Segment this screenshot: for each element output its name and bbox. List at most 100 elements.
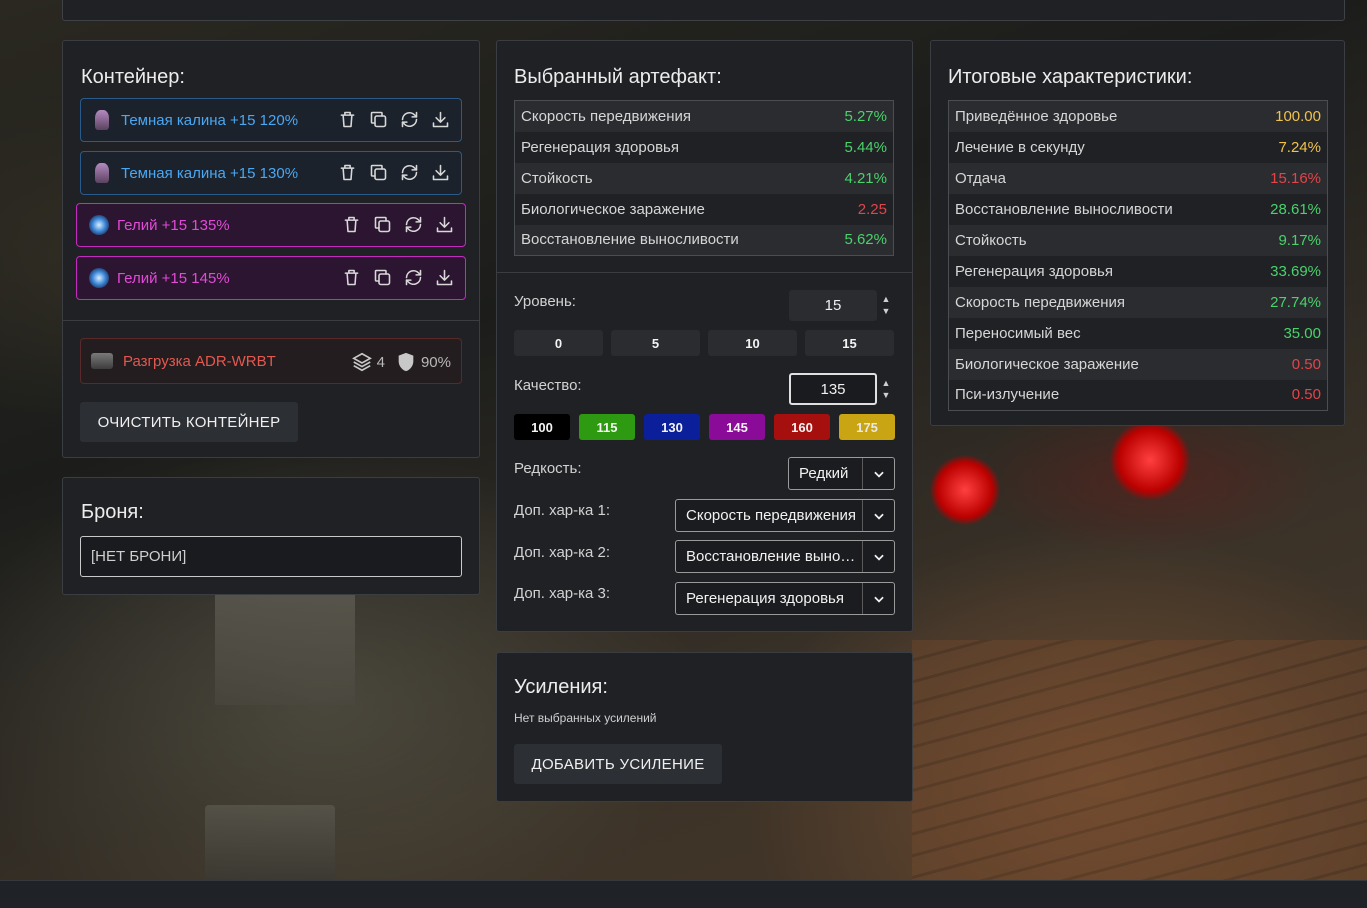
extra2-value: Восстановление выносливости [686, 548, 862, 565]
refresh-icon[interactable] [399, 109, 420, 130]
extra2-select[interactable]: Восстановление выносливости [675, 540, 895, 573]
upgrades-panel: Усиления: Нет выбранных усилений ДОБАВИТ… [496, 652, 913, 802]
download-icon[interactable] [430, 162, 451, 183]
quality-input[interactable]: 135 [789, 373, 877, 405]
stat-name: Переносимый вес [955, 324, 1081, 342]
totals-stats-table: Приведённое здоровье 100.00 Лечение в секу… [948, 100, 1328, 411]
rarity-value: Редкий [799, 465, 849, 482]
shield-icon [398, 352, 414, 372]
artifact-stat-row: Биологическое заражение 2.25 [514, 193, 894, 225]
copy-icon[interactable] [368, 109, 389, 130]
stat-value: 9.17% [1278, 231, 1321, 249]
level-input[interactable]: 15 [789, 290, 877, 321]
divider [63, 320, 479, 321]
level-preset-button[interactable]: 15 [805, 330, 894, 356]
extra3-select[interactable]: Регенерация здоровья [675, 582, 895, 615]
trash-icon[interactable] [341, 267, 362, 288]
trash-icon[interactable] [337, 162, 358, 183]
stat-value: 33.69% [1270, 262, 1321, 280]
artifact-stat-row: Регенерация здоровья 5.44% [514, 131, 894, 163]
stat-value: 100.00 [1275, 107, 1321, 125]
artifact-stat-row: Восстановление выносливости 5.62% [514, 224, 894, 256]
armor-title: Броня: [81, 501, 144, 523]
vest-meta: 4 90% [351, 351, 451, 373]
download-icon[interactable] [434, 214, 455, 235]
copy-icon[interactable] [372, 267, 393, 288]
stat-value: 28.61% [1270, 200, 1321, 218]
background-crate [215, 595, 355, 705]
chevron-down-icon [862, 500, 894, 531]
background-floor [912, 640, 1367, 880]
quality-preset-button[interactable]: 100 [514, 414, 570, 440]
stat-name: Регенерация здоровья [521, 138, 679, 156]
container-item[interactable]: Гелий +15 135% [76, 203, 466, 247]
quality-preset-button[interactable]: 160 [774, 414, 830, 440]
quality-preset-button[interactable]: 115 [579, 414, 635, 440]
total-stat-row: Восстановление выносливости 28.61% [948, 193, 1328, 225]
download-icon[interactable] [434, 267, 455, 288]
armor-select[interactable]: [НЕТ БРОНИ] [80, 536, 462, 577]
rarity-select[interactable]: Редкий [788, 457, 895, 490]
container-item-name: Гелий +15 145% [117, 269, 230, 287]
stat-value: 5.27% [844, 107, 887, 125]
vest-slots: 4 [376, 353, 385, 371]
container-title: Контейнер: [81, 66, 185, 88]
extra1-label: Доп. хар-ка 1: [514, 502, 611, 519]
totals-title: Итоговые характеристики: [948, 66, 1193, 88]
container-panel: Контейнер: Темная калина +15 120% Темная … [62, 40, 480, 458]
copy-icon[interactable] [372, 214, 393, 235]
stat-value: 27.74% [1270, 293, 1321, 311]
totals-panel: Итоговые характеристики: Приведённое здо… [930, 40, 1345, 426]
container-item[interactable]: Темная калина +15 130% [80, 151, 462, 195]
rarity-label: Редкость: [514, 460, 582, 477]
kalina-icon [95, 163, 109, 183]
copy-icon[interactable] [368, 162, 389, 183]
quality-preset-button[interactable]: 145 [709, 414, 765, 440]
trash-icon[interactable] [341, 214, 362, 235]
quality-preset-button[interactable]: 175 [839, 414, 895, 440]
clear-container-button[interactable]: ОЧИСТИТЬ КОНТЕЙНЕР [80, 402, 298, 442]
chevron-down-icon [862, 583, 894, 614]
stat-name: Стойкость [521, 169, 593, 187]
total-stat-row: Биологическое заражение 0.50 [948, 348, 1328, 380]
stat-value: 0.50 [1291, 355, 1321, 373]
quality-spinner[interactable]: ▲ ▼ [880, 377, 892, 403]
download-icon[interactable] [430, 109, 451, 130]
stat-value: 5.44% [844, 138, 887, 156]
level-preset-button[interactable]: 10 [708, 330, 797, 356]
upgrades-title: Усиления: [514, 676, 608, 698]
trash-icon[interactable] [337, 109, 358, 130]
stat-value: 5.62% [844, 231, 887, 249]
stat-name: Приведённое здоровье [955, 107, 1118, 125]
artifact-stat-row: Стойкость 4.21% [514, 162, 894, 194]
upgrades-empty-text: Нет выбранных усилений [514, 711, 657, 725]
extra3-label: Доп. хар-ка 3: [514, 585, 611, 602]
vest-item[interactable]: Разгрузка ADR-WRBT 4 90% [80, 338, 462, 384]
level-preset-button[interactable]: 5 [611, 330, 700, 356]
refresh-icon[interactable] [403, 214, 424, 235]
refresh-icon[interactable] [403, 267, 424, 288]
extra1-select[interactable]: Скорость передвижения [675, 499, 895, 532]
container-item[interactable]: Темная калина +15 120% [80, 98, 462, 142]
container-item-name: Гелий +15 135% [117, 216, 230, 234]
stat-value: 7.24% [1278, 138, 1321, 156]
extra3-value: Регенерация здоровья [686, 590, 844, 607]
container-item[interactable]: Гелий +15 145% [76, 256, 466, 300]
stat-name: Отдача [955, 169, 1006, 187]
add-upgrade-button[interactable]: ДОБАВИТЬ УСИЛЕНИЕ [514, 744, 722, 784]
chevron-down-icon [862, 458, 894, 489]
total-stat-row: Стойкость 9.17% [948, 224, 1328, 256]
vest-protection: 90% [420, 353, 451, 371]
extra2-label: Доп. хар-ка 2: [514, 544, 611, 561]
artifact-panel: Выбранный артефакт: Скорость передвижени… [496, 40, 913, 632]
quality-preset-button[interactable]: 130 [644, 414, 700, 440]
stat-name: Лечение в секунду [955, 138, 1085, 156]
armor-panel: Броня: [НЕТ БРОНИ] [62, 477, 480, 595]
chevron-down-icon [862, 541, 894, 572]
level-spinner[interactable]: ▲ ▼ [880, 293, 892, 319]
quality-label: Качество: [514, 377, 582, 394]
background-red-light [930, 455, 1000, 525]
refresh-icon[interactable] [399, 162, 420, 183]
level-preset-button[interactable]: 0 [514, 330, 603, 356]
stat-name: Скорость передвижения [955, 293, 1126, 311]
